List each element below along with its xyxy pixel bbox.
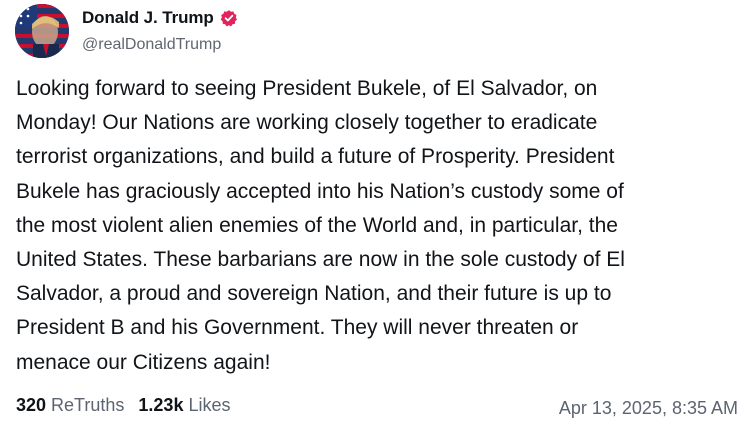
retruths-count[interactable]: 320 — [16, 395, 46, 416]
avatar[interactable] — [15, 4, 69, 58]
author-display-name[interactable]: Donald J. Trump — [82, 8, 214, 28]
post-line: the most violent alien enemies of the Wo… — [16, 213, 618, 237]
verified-badge-icon — [220, 9, 238, 27]
post-line: terrorist organizations, and build a fut… — [16, 145, 615, 169]
post-line: United States. These barbarians are now … — [16, 248, 625, 272]
likes-label[interactable]: Likes — [188, 395, 230, 416]
name-row: Donald J. Trump — [82, 6, 238, 30]
post-line: Bukele has graciously accepted into his … — [16, 179, 624, 203]
post-line: Looking forward to seeing President Buke… — [16, 77, 598, 100]
retruths-label[interactable]: ReTruths — [51, 395, 124, 416]
post-timestamp[interactable]: Apr 13, 2025, 8:35 AM — [559, 398, 738, 419]
author-handle[interactable]: @realDonaldTrump — [82, 36, 238, 54]
post-line: Monday! Our Nations are working closely … — [16, 111, 598, 135]
likes-count[interactable]: 1.23k — [138, 395, 183, 416]
post-body: Looking forward to seeing President Buke… — [16, 72, 732, 380]
avatar-image — [15, 4, 69, 58]
post-card: Donald J. Trump @realDonaldTrump Looking… — [0, 0, 746, 429]
post-line: menace our Citizens again! — [16, 350, 271, 374]
post-line: President B and his Government. They wil… — [16, 316, 579, 340]
post-stats: 320 ReTruths 1.23k Likes — [16, 395, 230, 416]
author-block: Donald J. Trump @realDonaldTrump — [82, 6, 238, 54]
post-line: Salvador, a proud and sovereign Nation, … — [16, 282, 612, 306]
